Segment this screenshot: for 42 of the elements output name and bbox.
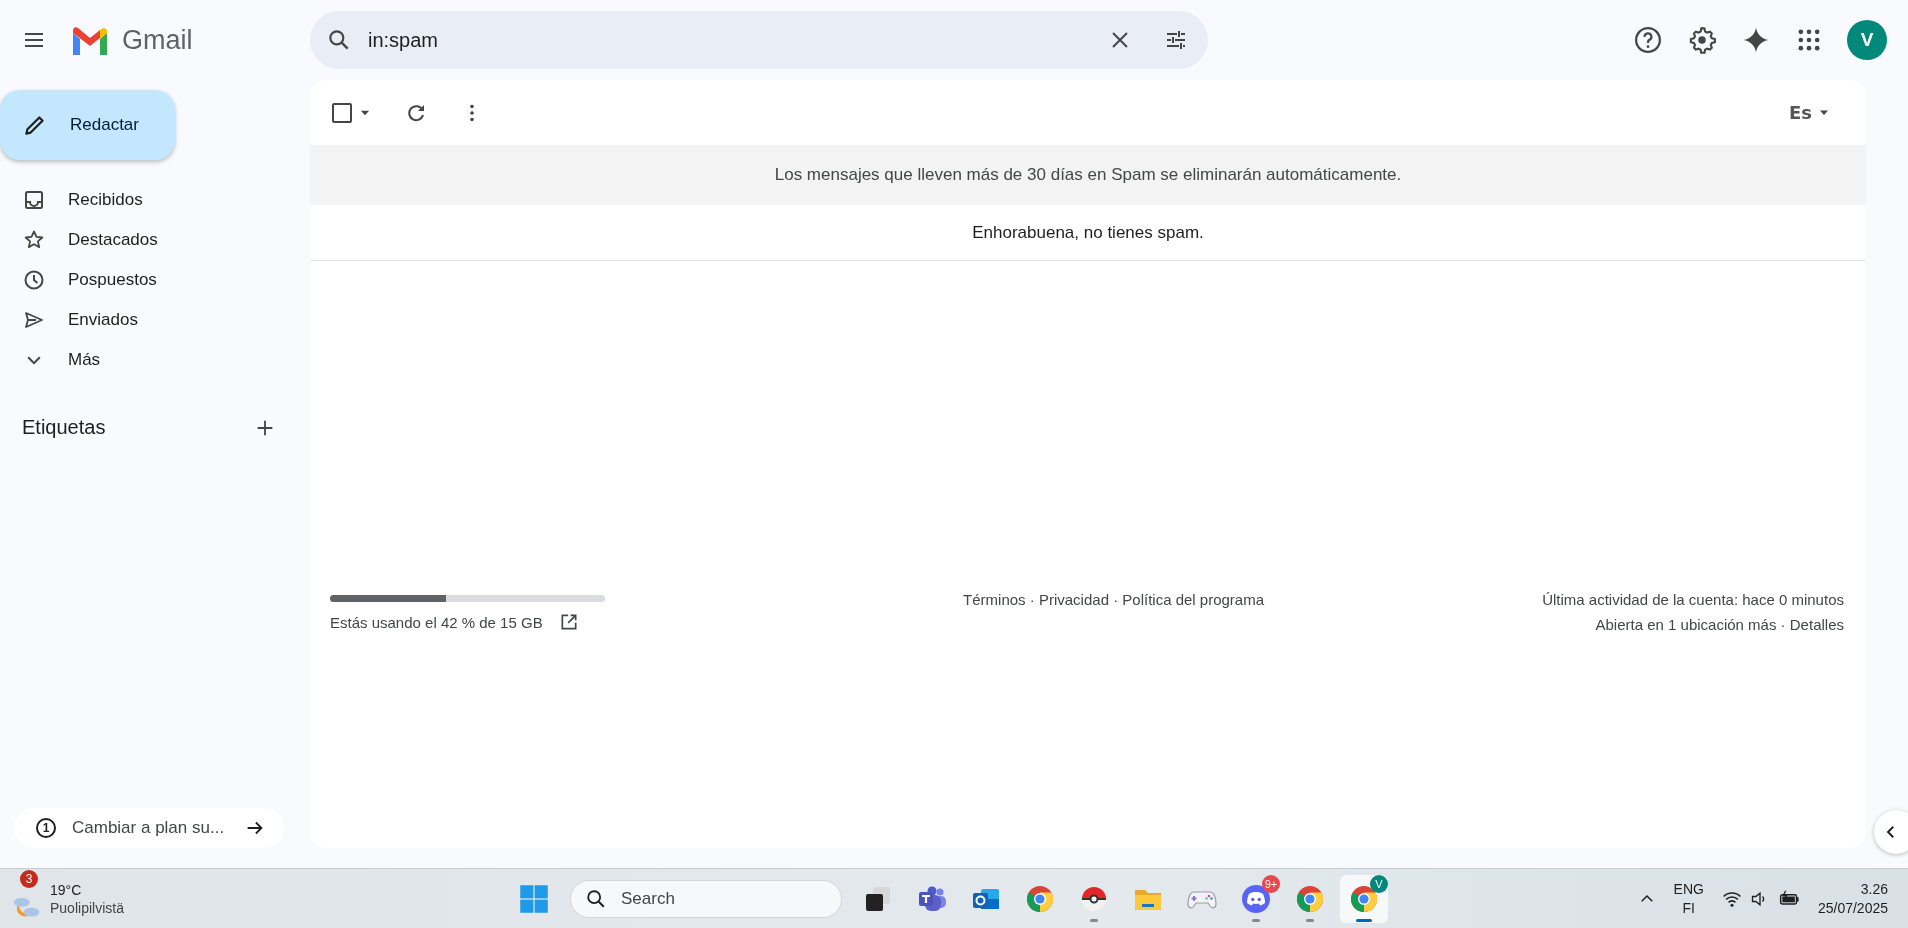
settings-icon[interactable] [1687,25,1717,55]
account-avatar[interactable]: V [1847,20,1887,60]
mail-search-field[interactable]: in:spam [310,11,1208,69]
taskbar-search-input-field[interactable]: Search [619,882,823,915]
input-language-indicator[interactable]: ENG FI [1673,879,1704,918]
sidebar-item[interactable]: Más [0,340,280,380]
sidebar-item[interactable]: Enviados [0,300,280,340]
notification-badge: 3 [20,869,38,888]
input-tools-button[interactable]: Es [1783,101,1836,124]
filter-sliders-icon[interactable] [1164,28,1188,52]
sidebar-item[interactable]: Destacados [0,220,280,260]
search-icon [585,887,607,910]
number-badge: 1 [36,818,56,838]
sidebar-item[interactable]: Recibidos [0,180,280,220]
taskbar-app-button[interactable]: V [1340,874,1388,923]
show-side-panel-button[interactable] [1874,810,1908,854]
select-all-checkbox[interactable] [332,102,352,123]
spam-notice-banner: Los mensajes que lleven más de 30 días en Spam se eliminarán automáticamente. [310,145,1866,205]
upgrade-plan-button[interactable]: 1 Cambiar a plan su... [14,808,284,848]
notification-badge: 9+ [1262,874,1280,893]
mail-search-query-field[interactable]: in:spam [366,19,1094,61]
labels-heading: Etiquetas [22,416,106,439]
clock-icon [22,268,46,292]
taskbar-search-field[interactable]: Search [570,879,842,918]
chevron-down-icon [27,355,41,365]
details-link[interactable]: Abierta en 1 ubicación más · Detalles [1595,616,1844,633]
compose-button[interactable]: Redactar [0,90,175,160]
temperature-text: 19°C [50,880,83,899]
weather-condition-text: Puolipilvistä [50,898,124,917]
clock[interactable]: 3.26 25/07/2025 [1817,879,1888,918]
help-icon[interactable] [1633,25,1663,55]
sidebar-item[interactable]: Pospuestos [0,260,280,300]
empty-state-message: Enhorabuena, no tienes spam. [310,205,1866,261]
profile-badge: V [1370,874,1388,893]
app-name: Gmail [122,24,193,56]
last-activity-text: Última actividad de la cuenta: hace 0 minutos [1542,591,1844,608]
inbox-tray-icon [22,188,46,212]
taskbar-app-button[interactable]: 9+ [1232,874,1280,923]
storage-usage-text: Estás usando el 42 % de 15 GB [330,613,543,631]
footer-links[interactable]: Términos · Privacidad · Política del programa [963,591,1265,608]
envelope-logo-icon [70,25,110,55]
windows-logo-icon [519,883,549,914]
